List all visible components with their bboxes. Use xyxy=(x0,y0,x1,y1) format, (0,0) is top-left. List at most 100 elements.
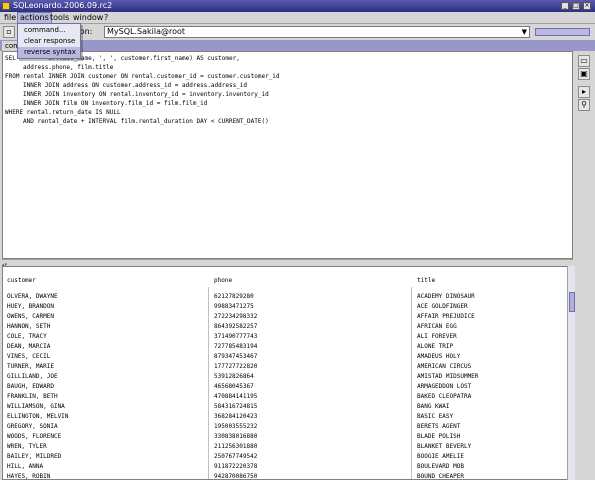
table-cell: 368284120423 xyxy=(214,413,258,420)
table-cell: BERETS AGENT xyxy=(417,423,461,430)
table-cell: BAKED CLEOPATRA xyxy=(417,393,472,400)
table-cell: ALI FOREVER xyxy=(417,333,457,340)
grid-header: customer phone title xyxy=(3,267,568,287)
menu-bar: file actions tools window ? xyxy=(0,12,595,24)
table-cell: BLADE POLISH xyxy=(417,433,461,440)
menu-help[interactable]: ? xyxy=(102,13,110,23)
table-cell: 177727722820 xyxy=(214,363,258,370)
table-cell: DEAN, MARCIA xyxy=(7,343,51,350)
table-cell: 911872220378 xyxy=(214,463,258,470)
minimize-icon[interactable]: _ xyxy=(561,2,569,10)
folder-icon[interactable]: ▭ xyxy=(578,55,590,67)
grid-vertical-scrollbar[interactable] xyxy=(567,266,575,480)
table-cell: AFFAIR PREJUDICE xyxy=(417,313,475,320)
table-cell: 195003555232 xyxy=(214,423,258,430)
app-icon xyxy=(2,2,10,10)
table-cell: 470884141195 xyxy=(214,393,258,400)
table-cell: HANNON, SETH xyxy=(7,323,51,330)
table-cell: HUEY, BRANDON xyxy=(7,303,54,310)
table-cell: 727785483194 xyxy=(214,343,258,350)
editor-line: INNER JOIN inventory ON rental.inventory… xyxy=(5,91,269,98)
table-cell: BOULEVARD MOB xyxy=(417,463,464,470)
table-cell: HILL, ANNA xyxy=(7,463,44,470)
editor-line: WHERE rental.return_date IS NULL xyxy=(5,109,121,116)
save-icon[interactable]: ▣ xyxy=(578,68,590,80)
table-cell: BLANKET BEVERLY xyxy=(417,443,472,450)
editor-line: INNER JOIN film ON inventory.film_id = f… xyxy=(5,100,208,107)
table-cell: 46568045367 xyxy=(214,383,254,390)
table-cell: 942870086750 xyxy=(214,473,258,480)
toolbar: ▫ ection: MySQL.Sakila@root ▼ xyxy=(0,24,595,40)
table-cell: ARMAGEDDON LOST xyxy=(417,383,472,390)
table-cell: OLVERA, DWAYNE xyxy=(7,293,58,300)
result-grid[interactable]: customer phone title OLVERA, DWAYNE 62127… xyxy=(2,266,575,480)
table-cell: GREGORY, SONIA xyxy=(7,423,58,430)
table-cell: BOOGIE AMELIE xyxy=(417,453,464,460)
table-cell: ELLINGTON, MELVIN xyxy=(7,413,69,420)
progress-bar xyxy=(535,28,590,36)
table-cell: AFRICAN EGG xyxy=(417,323,457,330)
editor-line: INNER JOIN address ON customer.address_i… xyxy=(5,82,248,89)
column-header-title[interactable]: title xyxy=(417,277,435,284)
table-cell: VINES, CECIL xyxy=(7,353,51,360)
table-cell: BANG KWAI xyxy=(417,403,450,410)
table-cell: GILLILAND, JOE xyxy=(7,373,58,380)
sql-editor[interactable]: SEL er.last_name, ', ', customer.first_n… xyxy=(2,51,573,259)
table-cell: ACADEMY DINOSAUR xyxy=(417,293,475,300)
editor-line: FROM rental INNER JOIN customer ON renta… xyxy=(5,73,280,80)
table-cell: FRANKLIN, BETH xyxy=(7,393,58,400)
table-cell: 879347453467 xyxy=(214,353,258,360)
menu-window[interactable]: window xyxy=(71,13,105,23)
table-cell: AMISTAD MIDSUMMER xyxy=(417,373,479,380)
table-cell: AMADEUS HOLY xyxy=(417,353,461,360)
table-cell: OWENS, CARMEN xyxy=(7,313,54,320)
table-cell: BAILEY, MILDRED xyxy=(7,453,62,460)
window-title-bar: SQLeonardo.2006.09.rc2 _ □ × xyxy=(0,0,595,12)
run-icon[interactable]: ▸ xyxy=(578,86,590,98)
scrollbar-thumb[interactable] xyxy=(569,292,575,312)
table-cell: 250767749542 xyxy=(214,453,258,460)
connection-select[interactable]: MySQL.Sakila@root ▼ xyxy=(104,26,530,38)
table-cell: BAUGH, EDWARD xyxy=(7,383,54,390)
column-header-phone[interactable]: phone xyxy=(214,277,232,284)
menu-file[interactable]: file xyxy=(2,13,18,23)
chevron-down-icon: ▼ xyxy=(521,28,527,36)
connection-value: MySQL.Sakila@root xyxy=(107,27,186,36)
column-header-customer[interactable]: customer xyxy=(7,277,36,284)
table-cell: 99883471275 xyxy=(214,303,254,310)
pin-icon[interactable]: ⚲ xyxy=(578,99,590,111)
pane-splitter[interactable]: ▴▾ xyxy=(2,259,573,268)
table-cell: 864392582257 xyxy=(214,323,258,330)
menu-item-clear-response[interactable]: clear response xyxy=(18,36,80,47)
table-cell: COLE, TRACY xyxy=(7,333,47,340)
table-cell: ACE GOLDFINGER xyxy=(417,303,468,310)
window-title: SQLeonardo.2006.09.rc2 xyxy=(13,1,113,10)
table-cell: AMERICAN CIRCUS xyxy=(417,363,472,370)
editor-line: AND rental_date + INTERVAL film.rental_d… xyxy=(5,118,269,125)
table-cell: WREN, TYLER xyxy=(7,443,47,450)
table-cell: 584316724815 xyxy=(214,403,258,410)
menu-tools[interactable]: tools xyxy=(48,13,71,23)
actions-menu: command... clear response reverse syntax xyxy=(17,23,81,59)
table-cell: ALONE TRIP xyxy=(417,343,454,350)
table-cell: 371490777743 xyxy=(214,333,258,340)
table-cell: BASIC EASY xyxy=(417,413,454,420)
table-cell: 53912826864 xyxy=(214,373,254,380)
menu-item-reverse-syntax[interactable]: reverse syntax xyxy=(18,47,80,58)
editor-side-toolbar: ▭ ▣ ▸ ⚲ xyxy=(576,51,595,259)
table-row[interactable]: HAYES, ROBIN 942870086750 BOUND CHEAPER xyxy=(3,473,568,480)
close-icon[interactable]: × xyxy=(583,2,591,10)
table-cell: WOODS, FLORENCE xyxy=(7,433,62,440)
table-cell: 330838016880 xyxy=(214,433,258,440)
table-cell: HAYES, ROBIN xyxy=(7,473,51,480)
table-cell: 272234298332 xyxy=(214,313,258,320)
tab-strip: com xyxy=(0,40,595,51)
menu-item-command[interactable]: command... xyxy=(18,25,80,36)
table-cell: TURNER, MARIE xyxy=(7,363,54,370)
maximize-icon[interactable]: □ xyxy=(572,2,580,10)
table-cell: WILLIAMSON, GINA xyxy=(7,403,65,410)
editor-line: address.phone, film.title xyxy=(5,64,114,71)
table-cell: BOUND CHEAPER xyxy=(417,473,464,480)
table-cell: 62127829280 xyxy=(214,293,254,300)
new-icon[interactable]: ▫ xyxy=(3,26,15,38)
